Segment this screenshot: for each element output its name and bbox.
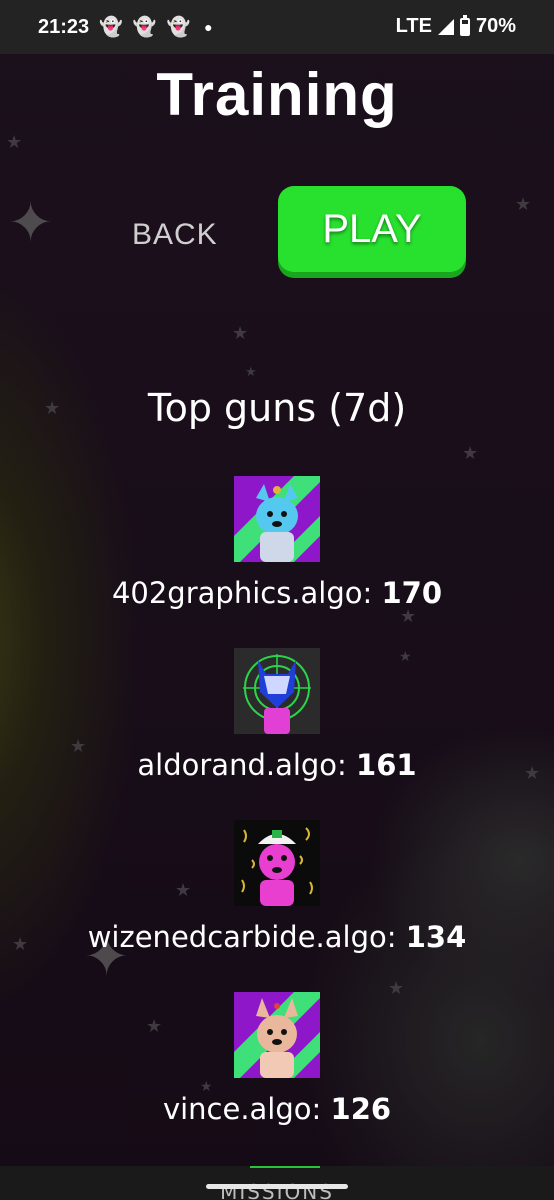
home-indicator[interactable] bbox=[206, 1184, 348, 1189]
entry-score: 134 bbox=[405, 920, 467, 954]
bottom-nav: MISSIONS bbox=[0, 1166, 554, 1200]
cyan-dog-avatar bbox=[234, 476, 320, 562]
battery-percent: 70% bbox=[475, 15, 516, 37]
leaderboard-entry[interactable]: aldorand.algo: 161 bbox=[0, 648, 554, 820]
clock: 21:23 bbox=[38, 15, 90, 38]
entry-name: 402graphics.algo: bbox=[111, 576, 373, 610]
battery-icon bbox=[459, 14, 470, 36]
snapchat-icon: 👻 bbox=[166, 17, 191, 38]
entry-score: 170 bbox=[381, 576, 443, 610]
tan-dog-avatar bbox=[234, 992, 320, 1078]
status-bar: 21:23 👻 👻 👻 ● LTE 70% bbox=[0, 0, 554, 54]
entry-name: vince.algo: bbox=[162, 1092, 322, 1126]
leaderboard-entry[interactable]: 402graphics.algo: 170 bbox=[0, 476, 554, 648]
bottom-nav-label[interactable]: MISSIONS bbox=[0, 1180, 554, 1200]
entry-score: 126 bbox=[330, 1092, 392, 1126]
entry-name: wizenedcarbide.algo: bbox=[87, 920, 397, 954]
sparkle-icon: ✦ bbox=[8, 191, 54, 254]
more-notifications-icon: ● bbox=[204, 19, 213, 35]
network-type: LTE bbox=[395, 15, 432, 37]
star-icon: ★ bbox=[232, 323, 249, 344]
entry-name: aldorand.algo: bbox=[137, 748, 347, 782]
pink-dog-avatar bbox=[234, 820, 320, 906]
star-icon: ★ bbox=[515, 194, 532, 215]
play-button[interactable]: PLAY bbox=[278, 186, 466, 272]
leaderboard-entry[interactable]: wizenedcarbide.algo: 134 bbox=[0, 820, 554, 992]
star-icon: ★ bbox=[245, 365, 257, 380]
leaderboard-entry[interactable]: vince.algo: 126 bbox=[0, 992, 554, 1164]
snapchat-icon: 👻 bbox=[132, 17, 157, 38]
nav-accent bbox=[250, 1166, 320, 1168]
star-icon: ★ bbox=[6, 132, 23, 153]
leaderboard-heading: Top guns (7d) bbox=[147, 386, 407, 430]
back-button[interactable]: BACK bbox=[132, 218, 218, 252]
entry-score: 161 bbox=[356, 748, 417, 782]
snapchat-icon: 👻 bbox=[99, 17, 123, 38]
leaderboard-list: 402graphics.algo: 170 aldorand.algo: 161 bbox=[0, 476, 554, 1164]
page-title: Training bbox=[156, 61, 398, 128]
star-icon: ★ bbox=[462, 443, 479, 464]
signal-icon bbox=[437, 18, 454, 35]
neon-helmet-avatar bbox=[234, 648, 320, 734]
